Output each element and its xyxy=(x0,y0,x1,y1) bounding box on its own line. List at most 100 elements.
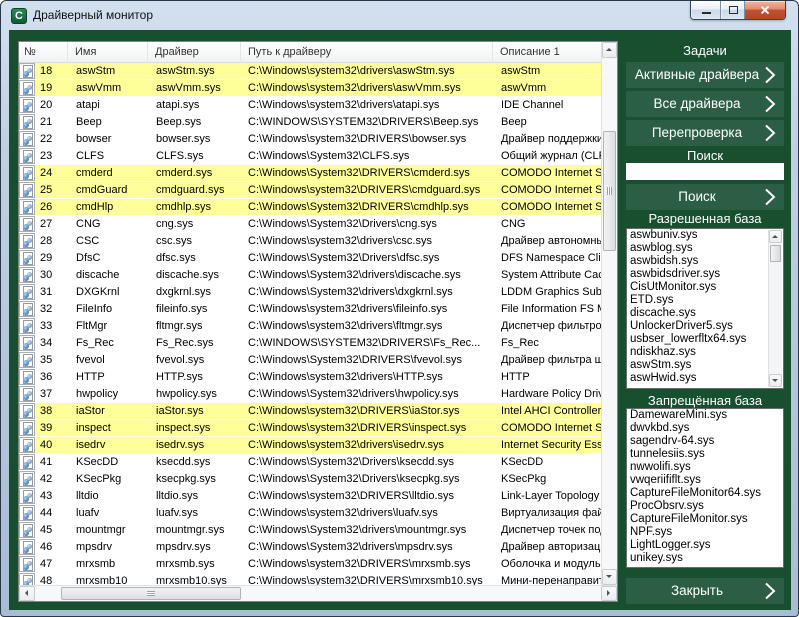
cell-num: 34 xyxy=(40,335,52,352)
search-button[interactable]: Поиск xyxy=(626,184,784,210)
close-window-button[interactable]: Закрыть xyxy=(626,578,784,604)
list-item[interactable]: aswbidsdriver.sys xyxy=(627,268,783,281)
table-row[interactable]: 25cmdGuardcmdguard.sysC:\Windows\system3… xyxy=(19,182,601,199)
table-row[interactable]: 44luafvluafv.sysC:\Windows\system32\driv… xyxy=(19,505,601,522)
table-row[interactable]: 20atapiatapi.sysC:\Windows\system32\driv… xyxy=(19,97,601,114)
scroll-right-button[interactable] xyxy=(601,586,617,601)
table-row[interactable]: 38iaStoriaStor.sysC:\Windows\system32\DR… xyxy=(19,403,601,420)
maximize-button[interactable] xyxy=(721,1,745,19)
cell-path: C:\Windows\System32\DRIVERS\fvevol.sys xyxy=(241,352,493,369)
scroll-left-button[interactable] xyxy=(19,586,35,601)
list-item[interactable]: usbser_lowerfltx64.sys xyxy=(627,333,783,346)
list-item[interactable]: tunnelesiis.sys xyxy=(627,448,783,461)
list-item[interactable]: aswStm.sys xyxy=(627,359,783,372)
allowed-list-scrollbar[interactable] xyxy=(768,230,782,387)
table-row[interactable]: 34Fs_RecFs_Rec.sysC:\WINDOWS\SYSTEM32\DR… xyxy=(19,335,601,352)
list-item[interactable]: DamewareMini.sys xyxy=(627,409,783,422)
list-item[interactable]: CaptureFileMonitor64.sys xyxy=(627,487,783,500)
chevron-right-icon xyxy=(764,188,776,206)
table-row[interactable]: 45mountmgrmountmgr.sysC:\Windows\System3… xyxy=(19,522,601,539)
list-item[interactable]: aswbuniv.sys xyxy=(627,229,783,242)
cell-num: 42 xyxy=(40,471,52,488)
table-row[interactable]: 43lltdiolltdio.sysC:\Windows\system32\DR… xyxy=(19,488,601,505)
search-input[interactable] xyxy=(626,163,784,180)
table-row[interactable]: 47mrxsmbmrxsmb.sysC:\Windows\system32\DR… xyxy=(19,556,601,573)
col-header-desc[interactable]: Описание 1 xyxy=(493,42,601,63)
col-header-name[interactable]: Имя xyxy=(68,42,148,63)
recheck-button[interactable]: Перепроверка xyxy=(626,120,784,146)
vertical-scroll-thumb[interactable] xyxy=(603,131,616,251)
cell-desc: CNG xyxy=(493,216,601,233)
active-drivers-button[interactable]: Активные драйвера xyxy=(626,62,784,88)
table-row[interactable]: 21BeepBeep.sysC:\WINDOWS\SYSTEM32\DRIVER… xyxy=(19,114,601,131)
col-header-num[interactable]: № xyxy=(19,42,68,63)
cell-desc: Мини-перенаправите xyxy=(493,573,601,585)
list-scroll-thumb[interactable] xyxy=(770,245,781,262)
table-row[interactable]: 48mrxsmb10mrxsmb10.sysC:\Windows\system3… xyxy=(19,573,601,585)
table-row[interactable]: 29DfsCdfsc.sysC:\Windows\System32\Driver… xyxy=(19,250,601,267)
list-item[interactable]: sagendrv-64.sys xyxy=(627,435,783,448)
list-item[interactable]: discache.sys xyxy=(627,307,783,320)
scroll-up-button[interactable] xyxy=(769,230,782,243)
table-row[interactable]: 36HTTPHTTP.sysC:\Windows\system32\driver… xyxy=(19,369,601,386)
close-button[interactable] xyxy=(745,1,785,19)
table-row[interactable]: 26cmdHlpcmdhlp.sysC:\Windows\System32\DR… xyxy=(19,199,601,216)
list-item[interactable]: ndiskhaz.sys xyxy=(627,346,783,359)
list-item[interactable]: UnlockerDriver5.sys xyxy=(627,320,783,333)
table-row[interactable]: 23CLFSCLFS.sysC:\Windows\System32\CLFS.s… xyxy=(19,148,601,165)
table-row[interactable]: 31DXGKrnldxgkrnl.sysC:\Windows\System32\… xyxy=(19,284,601,301)
table-row[interactable]: 27CNGcng.sysC:\Windows\System32\Drivers\… xyxy=(19,216,601,233)
table-horizontal-scrollbar[interactable] xyxy=(19,585,617,601)
list-item[interactable]: ETD.sys xyxy=(627,294,783,307)
list-item[interactable]: vwqeriififlt.sys xyxy=(627,474,783,487)
cell-num: 20 xyxy=(40,97,52,114)
list-item[interactable]: aswHwid.sys xyxy=(627,372,783,385)
cell-name: cmderd xyxy=(68,165,148,182)
minimize-button[interactable] xyxy=(691,1,721,19)
table-row[interactable]: 33FltMgrfltmgr.sysC:\Windows\system32\dr… xyxy=(19,318,601,335)
all-drivers-button[interactable]: Все драйвера xyxy=(626,91,784,117)
cell-num: 24 xyxy=(40,165,52,182)
table-row[interactable]: 37hwpolicyhwpolicy.sysC:\Windows\System3… xyxy=(19,386,601,403)
table-row[interactable]: 46mpsdrvmpsdrv.sysC:\Windows\System32\dr… xyxy=(19,539,601,556)
scroll-down-button[interactable] xyxy=(769,374,782,387)
cell-desc: COMODO Internet Sec xyxy=(493,165,601,182)
list-item[interactable]: dwvkbd.sys xyxy=(627,422,783,435)
table-row[interactable]: 22bowserbowser.sysC:\Windows\system32\DR… xyxy=(19,131,601,148)
cell-path: C:\Windows\system32\drivers\csc.sys xyxy=(241,233,493,250)
table-row[interactable]: 30discachediscache.sysC:\Windows\System3… xyxy=(19,267,601,284)
table-row[interactable]: 19aswVmmaswVmm.sysC:\Windows\system32\dr… xyxy=(19,80,601,97)
table-row[interactable]: 41KSecDDksecdd.sysC:\Windows\System32\Dr… xyxy=(19,454,601,471)
list-item[interactable]: CisUtMonitor.sys xyxy=(627,281,783,294)
table-vertical-scrollbar[interactable] xyxy=(601,42,617,585)
driver-file-icon xyxy=(19,556,35,572)
list-item[interactable]: CaptureFileMonitor.sys xyxy=(627,513,783,526)
list-item[interactable]: aswbidsh.sys xyxy=(627,255,783,268)
cell-path: C:\WINDOWS\SYSTEM32\DRIVERS\Beep.sys xyxy=(241,114,493,131)
scroll-up-button[interactable] xyxy=(602,42,617,58)
table-row[interactable]: 39inspectinspect.sysC:\Windows\system32\… xyxy=(19,420,601,437)
table-row[interactable]: 35fvevolfvevol.sysC:\Windows\System32\DR… xyxy=(19,352,601,369)
list-item[interactable]: ProcObsrv.sys xyxy=(627,500,783,513)
table-row[interactable]: 18aswStmaswStm.sysC:\Windows\system32\dr… xyxy=(19,63,601,80)
scroll-down-button[interactable] xyxy=(602,569,617,585)
cell-name: isedrv xyxy=(68,437,148,454)
list-item[interactable]: LightLogger.sys xyxy=(627,539,783,552)
table-row[interactable]: 42KSecPkgksecpkg.sysC:\Windows\System32\… xyxy=(19,471,601,488)
cell-driver: mountmgr.sys xyxy=(148,522,241,539)
cell-path: C:\Windows\System32\CLFS.sys xyxy=(241,148,493,165)
table-row[interactable]: 24cmderdcmderd.sysC:\Windows\System32\DR… xyxy=(19,165,601,182)
table-row[interactable]: 40isedrvisedrv.sysC:\Windows\system32\dr… xyxy=(19,437,601,454)
cell-path: C:\Windows\System32\drivers\mpsdrv.sys xyxy=(241,539,493,556)
horizontal-scroll-thumb[interactable] xyxy=(61,587,241,600)
cell-desc: KSecDD xyxy=(493,454,601,471)
table-row[interactable]: 28CSCcsc.sysC:\Windows\system32\drivers\… xyxy=(19,233,601,250)
list-item[interactable]: nwwolifi.sys xyxy=(627,461,783,474)
col-header-path[interactable]: Путь к драйверу xyxy=(241,42,493,63)
table-row[interactable]: 32FileInfofileinfo.sysC:\Windows\system3… xyxy=(19,301,601,318)
col-header-driver[interactable]: Драйвер xyxy=(148,42,241,63)
list-item[interactable]: unikey.sys xyxy=(627,552,783,565)
list-item[interactable]: aswblog.sys xyxy=(627,242,783,255)
cell-name: KSecDD xyxy=(68,454,148,471)
list-item[interactable]: NPF.sys xyxy=(627,526,783,539)
